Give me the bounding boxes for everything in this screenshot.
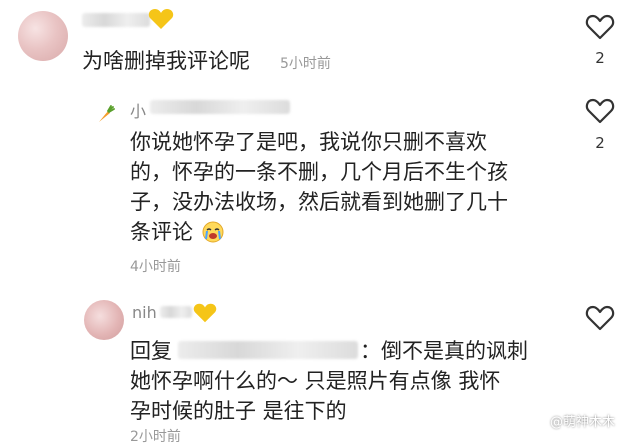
- username-blurred: [82, 13, 150, 27]
- username-blurred: [150, 100, 290, 114]
- comment-time: 4小时前: [130, 259, 181, 275]
- comment-text: 条评论: [130, 220, 193, 244]
- carrot-icon[interactable]: [95, 104, 115, 124]
- comment-time: 2小时前: [130, 429, 181, 445]
- reply-target-blurred: [178, 341, 358, 359]
- comment-line: 你说她怀孕了是吧，我说你只删不喜欢: [130, 130, 487, 154]
- comment-time: 5小时前: [280, 56, 331, 72]
- like-count: 2: [595, 134, 605, 152]
- comment-line: 子，没办法收场，然后就看到她删了几十: [130, 190, 508, 214]
- heart-outline-icon[interactable]: [585, 96, 615, 126]
- watermark-logo-icon: [530, 410, 546, 430]
- username[interactable]: 小: [130, 98, 146, 122]
- username[interactable]: nih: [132, 303, 157, 322]
- heart-outline-icon[interactable]: [585, 12, 615, 42]
- reply-prefix: 回复: [130, 339, 172, 363]
- comment-body: 你说她怀孕了是吧，我说你只删不喜欢 的，怀孕的一条不删，几个月后不生个孩 子，没…: [130, 127, 560, 251]
- comment-line: 的，怀孕的一条不删，几个月后不生个孩: [130, 160, 508, 184]
- comment-text: 为啥删掉我评论呢: [82, 49, 250, 73]
- crying-emoji-icon: [202, 221, 224, 251]
- avatar[interactable]: [84, 300, 124, 340]
- avatar[interactable]: [18, 11, 68, 61]
- heart-outline-icon[interactable]: [585, 303, 615, 333]
- yellow-heart-icon: [193, 302, 217, 324]
- comment-line: 她怀孕啊什么的～ 只是照片有点像 我怀: [130, 369, 501, 393]
- watermark: @萌神木木: [530, 410, 615, 430]
- comment-line: 条评论: [130, 217, 560, 251]
- like-count: 2: [595, 49, 605, 67]
- comment-line: 孕时候的肚子 是往下的: [130, 399, 347, 423]
- watermark-text: @萌神木木: [550, 414, 616, 430]
- reply-rest: ：倒不是真的讽刺: [360, 339, 528, 363]
- username-blurred: [160, 306, 192, 318]
- yellow-heart-icon: [148, 8, 174, 30]
